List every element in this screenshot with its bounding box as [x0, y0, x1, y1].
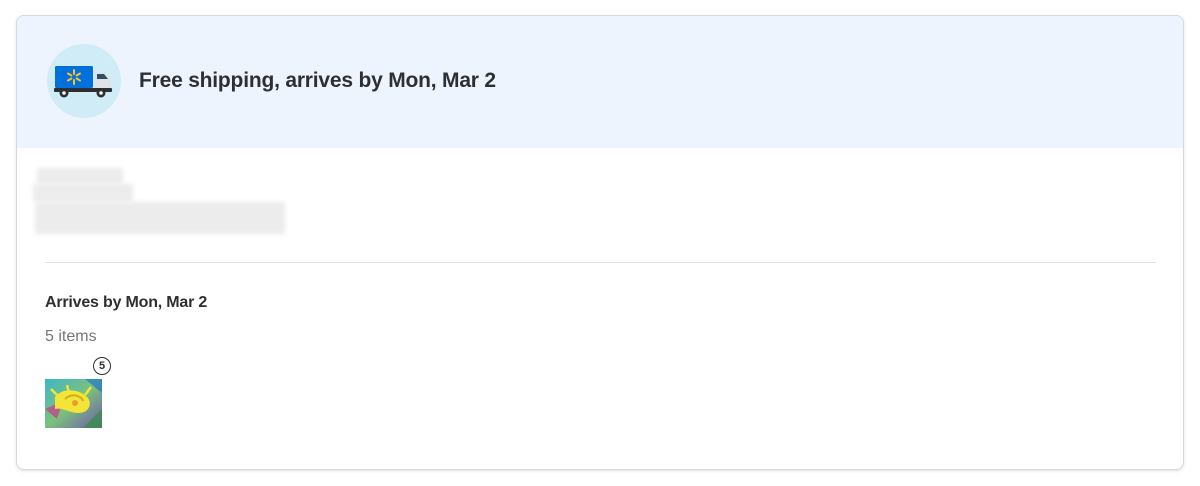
redacted-address-block [33, 166, 289, 240]
section-divider [45, 262, 1156, 263]
items-count: 5 items [45, 328, 97, 345]
arrival-date-label: Arrives by Mon, Mar 2 [45, 294, 208, 311]
shipping-title: Free shipping, arrives by Mon, Mar 2 [139, 69, 496, 92]
quantity-badge: 5 [93, 357, 111, 375]
shipping-card: Free shipping, arrives by Mon, Mar 2 Arr… [16, 15, 1184, 470]
shipping-header: Free shipping, arrives by Mon, Mar 2 [17, 16, 1183, 148]
product-thumbnail[interactable] [45, 379, 102, 428]
delivery-truck-icon [47, 44, 121, 118]
